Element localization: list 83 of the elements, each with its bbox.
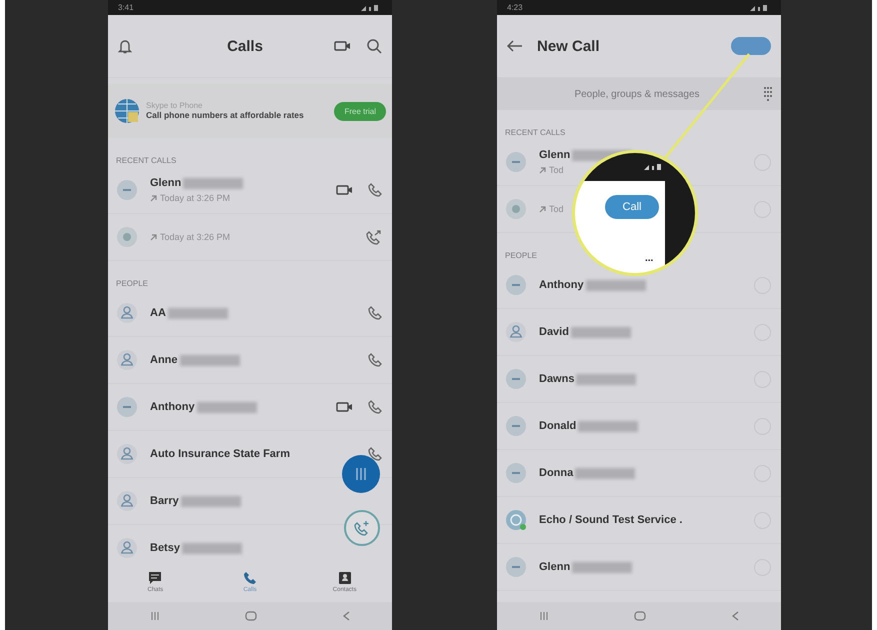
globe-avatar-icon bbox=[116, 226, 138, 248]
contact-name: Anne bbox=[150, 354, 178, 366]
dialpad-icon bbox=[355, 467, 367, 481]
bell-icon[interactable] bbox=[118, 38, 132, 54]
person-icon bbox=[505, 321, 527, 343]
contact-name: Auto Insurance State Farm bbox=[150, 448, 290, 460]
call-time: Today at 3:26 PM bbox=[160, 232, 230, 242]
phone-icon bbox=[242, 571, 257, 585]
section-heading: PEOPLE bbox=[116, 279, 148, 288]
back-icon bbox=[342, 611, 350, 621]
video-camera-icon[interactable] bbox=[334, 39, 352, 53]
recent-apps-icon bbox=[539, 611, 550, 621]
call-time: Today at 3:26 PM bbox=[160, 193, 230, 203]
person-icon bbox=[116, 490, 138, 512]
screen-title: Calls bbox=[226, 38, 264, 54]
dialpad-icon[interactable] bbox=[763, 86, 773, 102]
avatar-icon bbox=[505, 509, 527, 531]
person-icon bbox=[116, 443, 138, 465]
contact-name: Anthony bbox=[150, 401, 195, 413]
section-heading: RECENT CALLS bbox=[116, 156, 176, 165]
more-options-icon[interactable]: ... bbox=[645, 253, 654, 264]
phone-icon[interactable] bbox=[368, 353, 382, 367]
promo-title: Skype to Phone bbox=[146, 101, 204, 110]
contact-name: Anthony bbox=[539, 279, 584, 291]
avatar-icon bbox=[505, 462, 527, 484]
phone-icon[interactable] bbox=[368, 306, 382, 320]
globe-avatar-icon bbox=[505, 198, 527, 220]
contact-name: Dawns bbox=[539, 373, 574, 385]
free-trial-button[interactable]: Free trial bbox=[334, 102, 386, 120]
avatar-icon bbox=[505, 556, 527, 578]
arrow-icon bbox=[539, 166, 546, 174]
promo-description: Call phone numbers at affordable rates bbox=[146, 110, 305, 121]
avatar-icon bbox=[505, 274, 527, 296]
contact-name: Glenn bbox=[539, 561, 570, 573]
phone-icon[interactable] bbox=[368, 447, 382, 461]
globe-icon bbox=[114, 98, 140, 124]
phone-icon[interactable] bbox=[368, 400, 382, 414]
search-input[interactable]: People, groups & messages bbox=[511, 88, 763, 100]
contact-book-icon bbox=[338, 571, 352, 585]
phone-icon[interactable] bbox=[368, 183, 382, 197]
clock-time: 3:41 bbox=[118, 3, 134, 12]
person-icon bbox=[116, 349, 138, 371]
back-icon bbox=[730, 611, 739, 621]
recent-apps-icon bbox=[150, 611, 160, 621]
contact-name: Donna bbox=[539, 467, 574, 479]
section-heading: RECENT CALLS bbox=[505, 128, 566, 137]
avatar-icon bbox=[505, 368, 527, 390]
home-icon bbox=[244, 611, 257, 621]
call-time: Tod bbox=[549, 165, 564, 175]
video-camera-icon[interactable] bbox=[336, 183, 354, 197]
person-icon bbox=[116, 302, 138, 324]
call-time: Tod bbox=[549, 204, 564, 214]
new-call-button[interactable] bbox=[344, 510, 380, 546]
arrow-icon bbox=[150, 194, 157, 202]
contact-name: David bbox=[539, 326, 569, 338]
contact-name: Barry bbox=[150, 495, 179, 507]
phone-arrow-icon[interactable] bbox=[366, 229, 382, 245]
section-heading: PEOPLE bbox=[505, 251, 538, 260]
video-camera-icon[interactable] bbox=[336, 400, 354, 414]
dialpad-button[interactable] bbox=[342, 455, 380, 493]
contact-name: AA bbox=[150, 307, 166, 319]
arrow-icon bbox=[150, 234, 157, 240]
call-button[interactable]: Call bbox=[605, 195, 659, 219]
avatar-icon bbox=[505, 151, 527, 173]
avatar-icon bbox=[116, 396, 138, 418]
contact-name: Betsy bbox=[150, 542, 180, 554]
back-arrow-icon[interactable] bbox=[507, 40, 523, 52]
avatar-icon bbox=[116, 179, 138, 201]
contact-name: Donald bbox=[539, 420, 576, 432]
search-icon[interactable] bbox=[366, 38, 382, 54]
contact-name: Echo / Sound Test Service . bbox=[539, 514, 682, 526]
contact-name: Glenn bbox=[539, 149, 570, 161]
clock-time: 4:23 bbox=[507, 3, 523, 12]
home-icon bbox=[634, 611, 646, 621]
search-field[interactable]: People, groups & messages bbox=[497, 78, 781, 110]
phone-plus-icon bbox=[354, 520, 370, 536]
contact-name: Glenn bbox=[150, 177, 182, 189]
avatar-icon bbox=[505, 415, 527, 437]
arrow-icon bbox=[539, 206, 546, 212]
person-icon bbox=[116, 537, 138, 559]
call-button[interactable] bbox=[731, 37, 771, 55]
chat-bubble-icon bbox=[148, 571, 162, 585]
screen-title: New Call bbox=[537, 38, 600, 54]
